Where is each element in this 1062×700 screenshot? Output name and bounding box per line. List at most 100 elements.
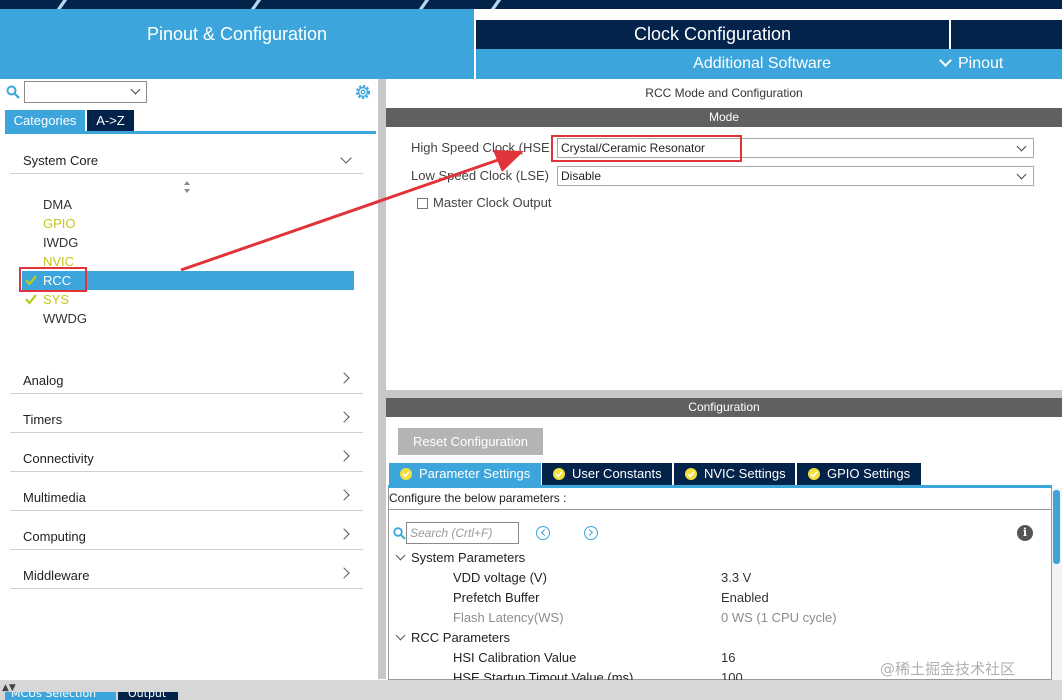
master-clock-output-label: Master Clock Output xyxy=(433,195,552,210)
pinout-menu-button[interactable]: Pinout xyxy=(936,49,1062,79)
check-circle-icon xyxy=(685,468,697,480)
param-name: HSI Calibration Value xyxy=(453,650,577,665)
param-value[interactable]: 3.3 V xyxy=(721,570,751,585)
tab-mcus-selection[interactable]: MCUs Selection xyxy=(5,692,116,700)
param-name: HSE Startup Timout Value (ms) xyxy=(453,670,634,680)
chevron-right-icon xyxy=(338,567,350,579)
peripheral-label: IWDG xyxy=(43,235,79,250)
highlight-box-rcc xyxy=(19,267,87,292)
tab-clock-configuration[interactable]: Clock Configuration xyxy=(476,20,949,49)
next-result-icon[interactable] xyxy=(584,526,598,540)
watermark-text: @稀土掘金技术社区 xyxy=(880,660,1016,678)
peripheral-item-iwdg[interactable]: IWDG xyxy=(22,233,354,252)
check-circle-icon xyxy=(400,468,412,480)
scrollbar-thumb[interactable] xyxy=(1053,490,1060,564)
category-label: Analog xyxy=(23,373,64,388)
categories-view-button[interactable]: Categories xyxy=(5,110,85,131)
additional-software-button[interactable]: Additional Software xyxy=(476,49,949,79)
chevron-down-icon xyxy=(395,550,406,561)
category-label: Connectivity xyxy=(23,451,94,466)
chevron-down-icon xyxy=(1016,169,1027,180)
category-label: Timers xyxy=(23,412,63,427)
reset-configuration-button[interactable]: Reset Configuration xyxy=(398,428,543,455)
configure-instructions: Configure the below parameters : xyxy=(389,491,567,505)
tab-parameter-settings[interactable]: Parameter Settings xyxy=(389,463,541,485)
tab-label: Clock Configuration xyxy=(633,24,792,44)
category-computing[interactable]: Computing xyxy=(10,511,363,550)
chevron-right-icon xyxy=(338,411,350,423)
category-system-core[interactable]: System Core xyxy=(10,135,363,174)
category-multimedia[interactable]: Multimedia xyxy=(10,472,363,511)
master-clock-output-checkbox[interactable] xyxy=(417,198,428,209)
tab-label: Parameter Settings xyxy=(419,466,531,481)
category-label: System Core xyxy=(23,153,99,168)
tab-gpio-settings[interactable]: GPIO Settings xyxy=(797,463,921,485)
tab-label: Output xyxy=(128,692,167,700)
group-label: System Parameters xyxy=(411,550,526,565)
tab-project-manager[interactable] xyxy=(951,20,1062,49)
peripheral-item-sys[interactable]: SYS xyxy=(22,290,354,309)
category-analog[interactable]: Analog xyxy=(10,355,363,394)
chevron-down-icon xyxy=(1016,141,1027,152)
check-circle-icon xyxy=(553,468,565,480)
top-title-strip xyxy=(0,0,1062,9)
category-timers[interactable]: Timers xyxy=(10,394,363,433)
category-label: Multimedia xyxy=(23,490,86,505)
peripheral-label: WWDG xyxy=(43,311,88,326)
tab-label: GPIO Settings xyxy=(827,466,911,481)
tab-nvic-settings[interactable]: NVIC Settings xyxy=(674,463,795,485)
a-to-z-view-button[interactable]: A->Z xyxy=(87,110,134,131)
tab-label: NVIC Settings xyxy=(704,466,786,481)
parameter-search-input[interactable]: Search (Crtl+F) xyxy=(406,522,519,544)
peripheral-label: SYS xyxy=(43,292,70,307)
pinout-menu-label: Pinout xyxy=(958,55,1004,72)
param-name: Prefetch Buffer xyxy=(453,590,540,605)
lse-label: Low Speed Clock (LSE) xyxy=(411,168,550,183)
peripheral-item-dma[interactable]: DMA xyxy=(22,195,354,214)
chevron-right-icon xyxy=(338,372,350,384)
group-system-parameters[interactable]: System Parameters xyxy=(395,550,526,565)
panel-splitter[interactable] xyxy=(378,79,386,679)
param-value: 0 WS (1 CPU cycle) xyxy=(721,610,837,625)
param-value[interactable]: 16 xyxy=(721,650,735,665)
chevron-down-icon xyxy=(130,84,141,95)
panel-splitter-horizontal[interactable] xyxy=(386,390,1062,398)
param-value[interactable]: Enabled xyxy=(721,590,769,605)
tab-output[interactable]: Output xyxy=(118,692,178,700)
category-connectivity[interactable]: Connectivity xyxy=(10,433,363,472)
category-search-combo[interactable] xyxy=(24,81,147,103)
panel-title: RCC Mode and Configuration xyxy=(645,86,803,100)
lse-select-value: Disable xyxy=(561,169,602,183)
gear-icon[interactable] xyxy=(354,83,372,101)
highlight-box-hse xyxy=(551,135,742,162)
view-tabs-underline xyxy=(5,131,376,134)
previous-result-icon[interactable] xyxy=(536,526,550,540)
lse-select[interactable]: Disable xyxy=(557,166,1034,186)
group-rcc-parameters[interactable]: RCC Parameters xyxy=(395,630,510,645)
search-icon xyxy=(393,527,406,540)
info-icon[interactable]: i xyxy=(1017,525,1033,541)
category-label: Computing xyxy=(23,529,86,544)
chevron-down-icon xyxy=(340,152,352,164)
peripheral-item-gpio[interactable]: GPIO xyxy=(22,214,354,233)
tab-pinout-configuration[interactable]: Pinout & Configuration xyxy=(0,9,474,79)
configuration-section-header: Configuration xyxy=(386,398,1062,417)
param-name: Flash Latency(WS) xyxy=(453,610,564,625)
search-icon[interactable] xyxy=(6,85,20,99)
tab-label: MCUs Selection xyxy=(11,692,97,700)
tab-label: User Constants xyxy=(572,466,662,481)
peripheral-label: DMA xyxy=(43,197,72,212)
chevron-right-icon xyxy=(338,489,350,501)
check-circle-icon xyxy=(808,468,820,480)
tab-label: Pinout & Configuration xyxy=(146,24,328,44)
category-middleware[interactable]: Middleware xyxy=(10,550,363,589)
param-value[interactable]: 100 xyxy=(721,670,743,680)
mode-section-header: Mode xyxy=(386,108,1062,127)
peripheral-item-wwdg[interactable]: WWDG xyxy=(22,309,354,328)
check-icon xyxy=(25,294,37,305)
chevron-down-icon xyxy=(395,630,406,641)
sort-icon[interactable] xyxy=(182,180,192,194)
chevron-right-icon xyxy=(338,450,350,462)
chevron-right-icon xyxy=(338,528,350,540)
tab-user-constants[interactable]: User Constants xyxy=(542,463,672,485)
